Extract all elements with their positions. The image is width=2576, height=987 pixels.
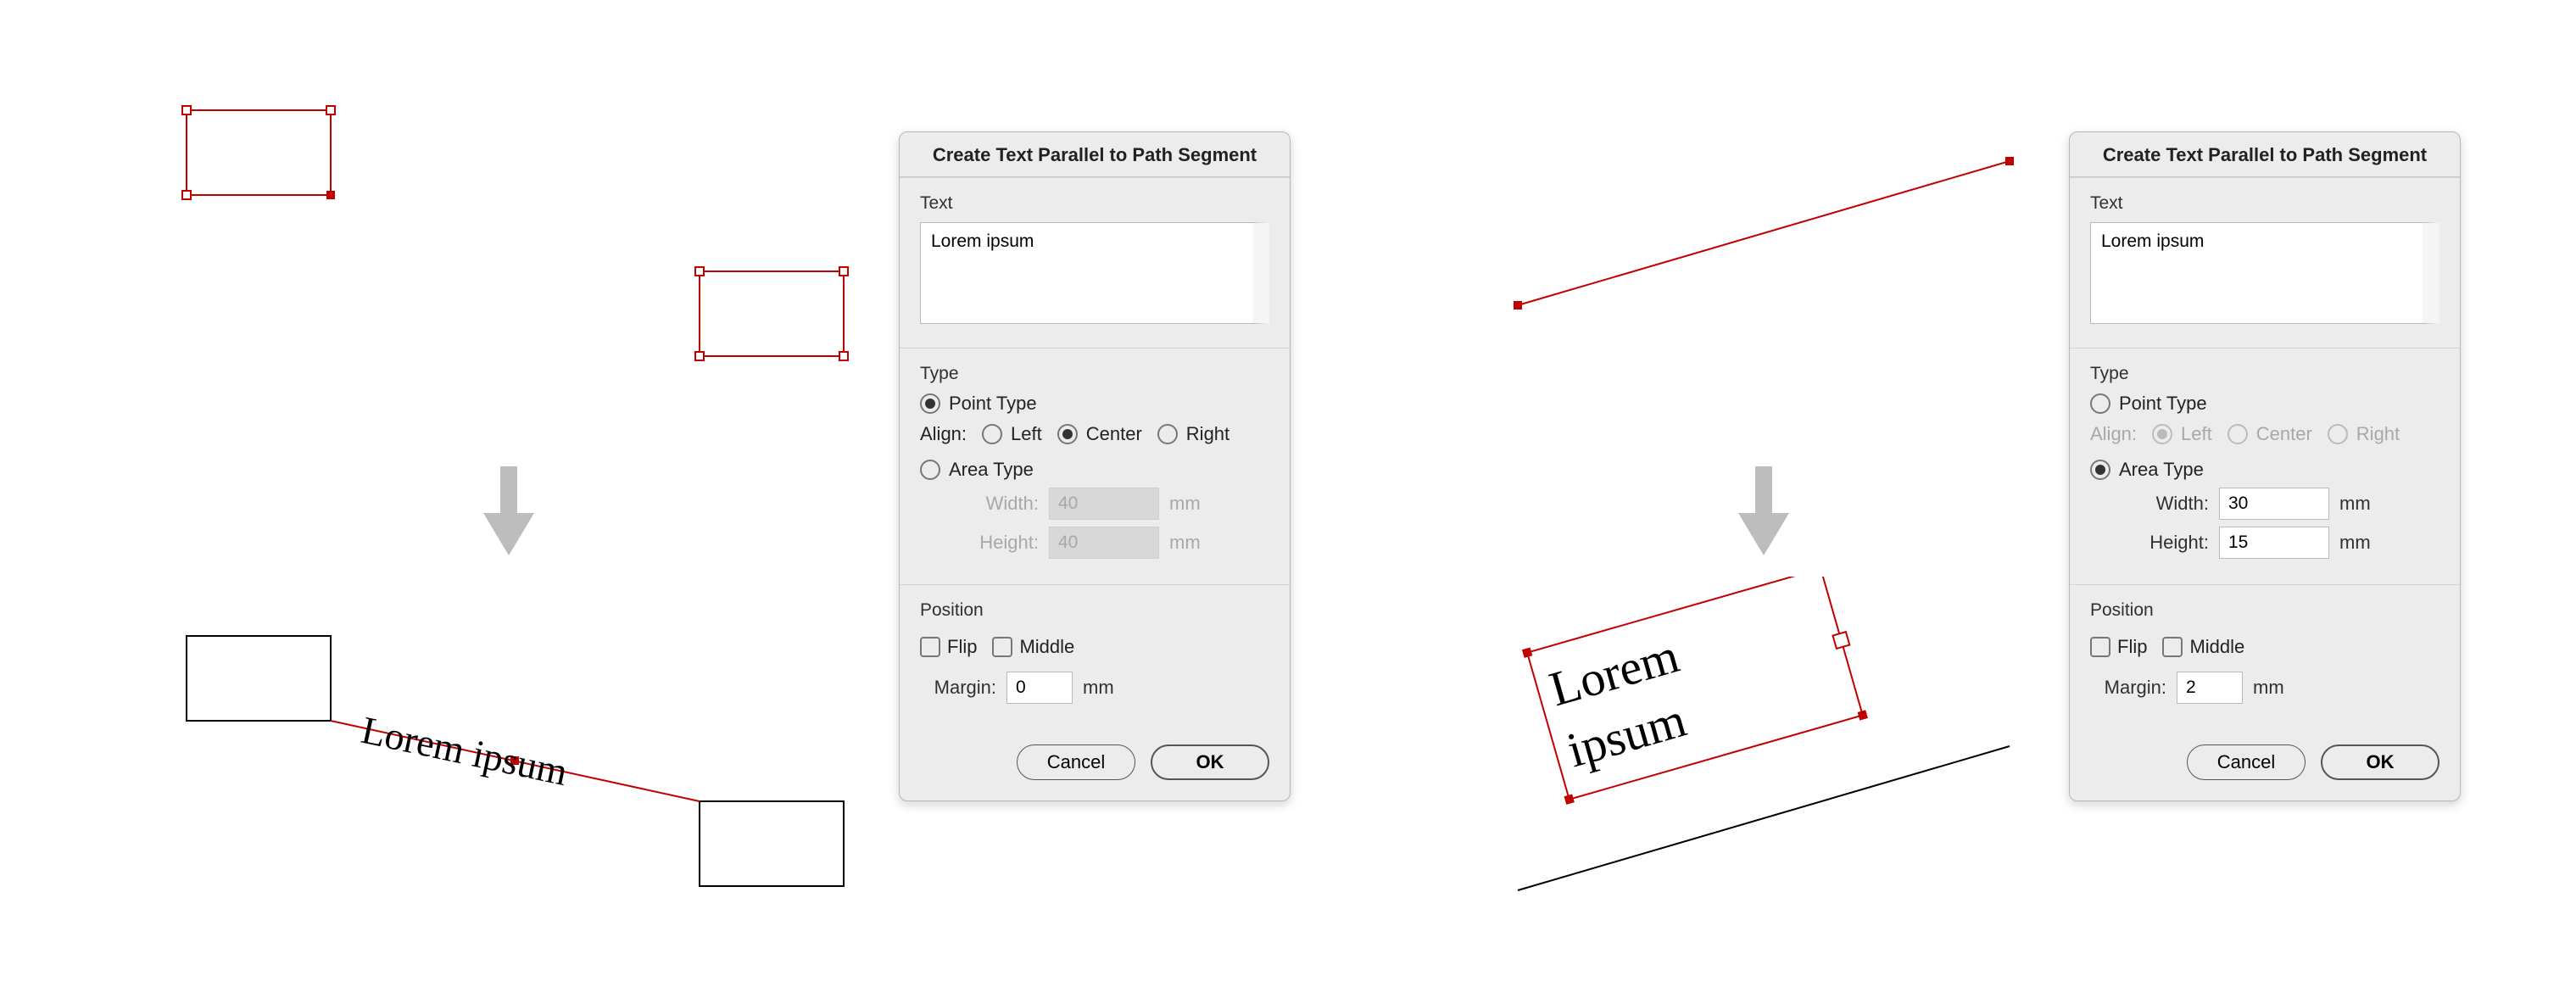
area-type-option[interactable]: Area Type <box>2090 459 2439 481</box>
type-section-label: Type <box>920 364 1269 384</box>
ok-button[interactable]: OK <box>2321 744 2439 780</box>
align-label: Align: <box>2090 423 2137 445</box>
middle-option[interactable]: Middle <box>2162 636 2244 658</box>
flip-checkbox[interactable] <box>920 637 940 657</box>
text-section-label: Text <box>2090 193 2439 214</box>
flip-checkbox[interactable] <box>2090 637 2110 657</box>
dialog-title: Create Text Parallel to Path Segment <box>2070 132 2460 177</box>
text-input[interactable] <box>920 222 1269 324</box>
margin-input[interactable] <box>1006 672 1073 704</box>
align-label: Align: <box>920 423 967 445</box>
left-canvas-before <box>136 85 899 441</box>
height-input <box>1049 527 1159 559</box>
point-type-radio[interactable] <box>2090 393 2110 414</box>
align-center-option: Center <box>2228 423 2312 445</box>
align-right-radio[interactable] <box>1157 424 1178 444</box>
left-arrow-icon <box>483 466 534 560</box>
align-left-radio[interactable] <box>982 424 1002 444</box>
cancel-button[interactable]: Cancel <box>1017 744 1135 780</box>
middle-option[interactable]: Middle <box>992 636 1074 658</box>
type-section-label: Type <box>2090 364 2439 384</box>
cancel-button[interactable]: Cancel <box>2187 744 2306 780</box>
area-type-radio[interactable] <box>920 460 940 480</box>
height-input[interactable] <box>2219 527 2329 559</box>
align-right-option[interactable]: Right <box>1157 423 1229 445</box>
point-type-option[interactable]: Point Type <box>2090 393 2439 415</box>
middle-checkbox[interactable] <box>992 637 1012 657</box>
right-dialog: Create Text Parallel to Path Segment Tex… <box>2069 131 2461 801</box>
align-right-option: Right <box>2328 423 2400 445</box>
dialog-title: Create Text Parallel to Path Segment <box>900 132 1290 177</box>
text-section-label: Text <box>920 193 1269 214</box>
left-dialog: Create Text Parallel to Path Segment Tex… <box>899 131 1291 801</box>
position-section-label: Position <box>2090 600 2439 621</box>
point-type-option[interactable]: Point Type <box>920 393 1269 415</box>
align-right-radio <box>2328 424 2348 444</box>
margin-row: Margin: mm <box>2090 672 2439 704</box>
right-arrow-icon <box>1738 466 1789 560</box>
align-center-option[interactable]: Center <box>1057 423 1142 445</box>
text-input[interactable] <box>2090 222 2439 324</box>
right-canvas-after: Lorem ipsum <box>1467 577 2060 933</box>
width-input <box>1049 488 1159 520</box>
position-section-label: Position <box>920 600 1269 621</box>
middle-checkbox[interactable] <box>2162 637 2183 657</box>
area-type-option[interactable]: Area Type <box>920 459 1269 481</box>
ok-button[interactable]: OK <box>1151 744 1269 780</box>
width-row: Width: mm <box>2121 488 2439 520</box>
width-row: Width: mm <box>951 488 1269 520</box>
point-type-radio[interactable] <box>920 393 940 414</box>
width-input[interactable] <box>2219 488 2329 520</box>
area-type-radio[interactable] <box>2090 460 2110 480</box>
margin-input[interactable] <box>2177 672 2243 704</box>
flip-option[interactable]: Flip <box>2090 636 2147 658</box>
align-center-radio <box>2228 424 2248 444</box>
align-left-option[interactable]: Left <box>982 423 1042 445</box>
align-row: Align: Left Center Right <box>2090 423 2439 445</box>
flip-option[interactable]: Flip <box>920 636 977 658</box>
height-row: Height: mm <box>951 527 1269 559</box>
align-center-radio[interactable] <box>1057 424 1078 444</box>
svg-text:Lorem ipsum: Lorem ipsum <box>358 708 572 794</box>
right-canvas-before <box>1467 136 2060 373</box>
left-canvas-after: Lorem ipsum <box>136 611 899 967</box>
align-left-radio <box>2152 424 2172 444</box>
height-row: Height: mm <box>2121 527 2439 559</box>
align-left-option: Left <box>2152 423 2212 445</box>
align-row: Align: Left Center Right <box>920 423 1269 445</box>
margin-row: Margin: mm <box>920 672 1269 704</box>
